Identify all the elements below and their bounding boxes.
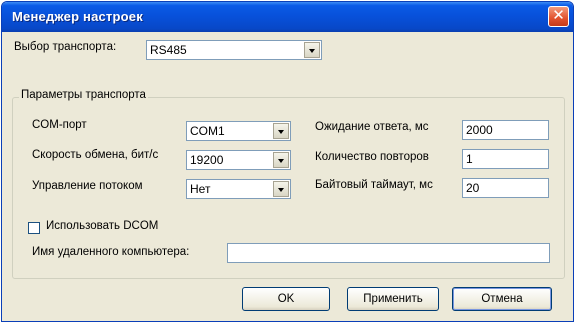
- use-dcom-checkbox[interactable]: [28, 222, 40, 234]
- flow-control-value: Нет: [190, 182, 211, 196]
- transport-label: Выбор транспорта:: [14, 41, 117, 53]
- close-button[interactable]: ✕: [548, 6, 569, 27]
- response-timeout-label: Ожидание ответа, мс: [315, 121, 429, 133]
- chevron-down-icon[interactable]: [273, 181, 289, 197]
- baud-rate-select[interactable]: 19200: [186, 150, 291, 170]
- response-timeout-input[interactable]: 2000: [462, 120, 549, 140]
- remote-computer-label: Имя удаленного компьютера:: [32, 246, 190, 258]
- byte-timeout-value: 20: [466, 181, 480, 195]
- transport-value: RS485: [150, 43, 187, 57]
- flow-control-label: Управление потоком: [32, 180, 143, 192]
- com-port-value: COM1: [190, 124, 225, 138]
- byte-timeout-label: Байтовый таймаут, мс: [315, 179, 433, 191]
- chevron-down-icon[interactable]: [273, 152, 289, 168]
- byte-timeout-input[interactable]: 20: [462, 178, 549, 198]
- baud-rate-label: Скорость обмена, бит/с: [32, 149, 159, 161]
- transport-select[interactable]: RS485: [146, 40, 322, 60]
- title-bar[interactable]: Менеджер настроек ✕: [2, 2, 573, 32]
- flow-control-select[interactable]: Нет: [186, 179, 291, 199]
- use-dcom-label[interactable]: Использовать DCOM: [46, 220, 158, 232]
- settings-dialog: Менеджер настроек ✕ Выбор транспорта: RS…: [1, 1, 574, 322]
- retries-input[interactable]: 1: [462, 149, 549, 169]
- response-timeout-value: 2000: [466, 123, 493, 137]
- com-port-label: COM-порт: [32, 119, 87, 131]
- cancel-button[interactable]: Отмена: [452, 287, 552, 311]
- chevron-down-icon[interactable]: [273, 123, 289, 139]
- baud-rate-value: 19200: [190, 153, 224, 167]
- transport-params-title: Параметры транспорта: [19, 89, 148, 101]
- window-title: Менеджер настроек: [12, 9, 143, 24]
- ok-button[interactable]: OK: [242, 287, 330, 311]
- retries-value: 1: [466, 152, 473, 166]
- chevron-down-icon[interactable]: [304, 42, 320, 58]
- remote-computer-input[interactable]: [227, 243, 550, 263]
- apply-button[interactable]: Применить: [347, 287, 439, 311]
- com-port-select[interactable]: COM1: [186, 121, 291, 141]
- retries-label: Количество повторов: [315, 151, 429, 163]
- close-icon: ✕: [552, 7, 565, 24]
